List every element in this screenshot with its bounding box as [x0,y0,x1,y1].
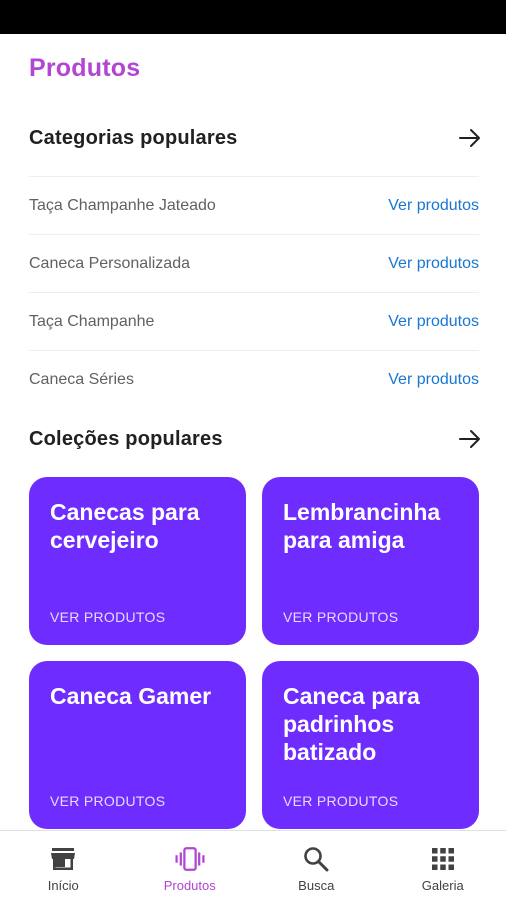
category-name: Taça Champanhe Jateado [29,196,216,214]
nav-label: Busca [298,878,335,893]
nav-item-produtos[interactable]: Produtos [127,831,254,900]
collections-see-all-button[interactable] [455,424,485,454]
nav-item-busca[interactable]: Busca [253,831,380,900]
collection-title: Canecas para cervejeiro [50,499,200,553]
collection-title: Caneca Gamer [50,683,212,709]
category-name: Caneca Personalizada [29,254,190,272]
view-products-link[interactable]: Ver produtos [388,197,479,215]
collection-card[interactable]: Caneca para padrinhos batizado VER PRODU… [262,661,479,829]
view-products-link[interactable]: Ver produtos [388,255,479,273]
collection-title: Lembrancinha para amiga [283,499,441,553]
category-name: Caneca Séries [29,370,134,388]
collection-title: Caneca para padrinhos batizado [283,683,420,765]
collection-cta[interactable]: VER PRODUTOS [50,793,165,809]
nav-item-inicio[interactable]: Início [0,831,127,900]
collection-cta[interactable]: VER PRODUTOS [283,609,398,625]
category-row[interactable]: Caneca Personalizada Ver produtos [29,234,479,292]
store-icon [48,845,78,873]
collection-card[interactable]: Caneca Gamer VER PRODUTOS [29,661,246,829]
nav-label: Galeria [421,878,464,893]
status-bar [0,0,506,34]
vibration-phone-icon [175,845,205,873]
collection-card[interactable]: Canecas para cervejeiro VER PRODUTOS [29,477,246,645]
nav-label: Produtos [163,878,216,893]
category-row[interactable]: Taça Champanhe Ver produtos [29,292,479,350]
view-products-link[interactable]: Ver produtos [388,371,479,389]
view-products-link[interactable]: Ver produtos [388,313,479,331]
categories-header: Categorias populares [29,123,480,153]
category-name: Taça Champanhe [29,312,155,330]
nav-label: Início [47,878,79,893]
collections-header: Coleções populares [29,424,480,454]
bottom-navigation: Início Produtos Busca Galeria [0,830,506,900]
categories-see-all-button[interactable] [455,123,485,153]
collection-cta[interactable]: VER PRODUTOS [50,609,165,625]
collection-cta[interactable]: VER PRODUTOS [283,793,398,809]
collections-title: Coleções populares [29,427,223,450]
category-row[interactable]: Taça Champanhe Jateado Ver produtos [29,176,479,234]
category-list: Taça Champanhe Jateado Ver produtos Cane… [29,176,479,408]
search-icon [301,845,331,873]
grid-icon [428,845,458,873]
category-row[interactable]: Caneca Séries Ver produtos [29,350,479,408]
nav-item-galeria[interactable]: Galeria [380,831,506,900]
collection-grid: Canecas para cervejeiro VER PRODUTOS Lem… [29,477,479,829]
page-title: Produtos [29,54,141,82]
categories-title: Categorias populares [29,126,238,149]
arrow-right-icon [459,129,480,147]
arrow-right-icon [459,430,480,448]
collection-card[interactable]: Lembrancinha para amiga VER PRODUTOS [262,477,479,645]
